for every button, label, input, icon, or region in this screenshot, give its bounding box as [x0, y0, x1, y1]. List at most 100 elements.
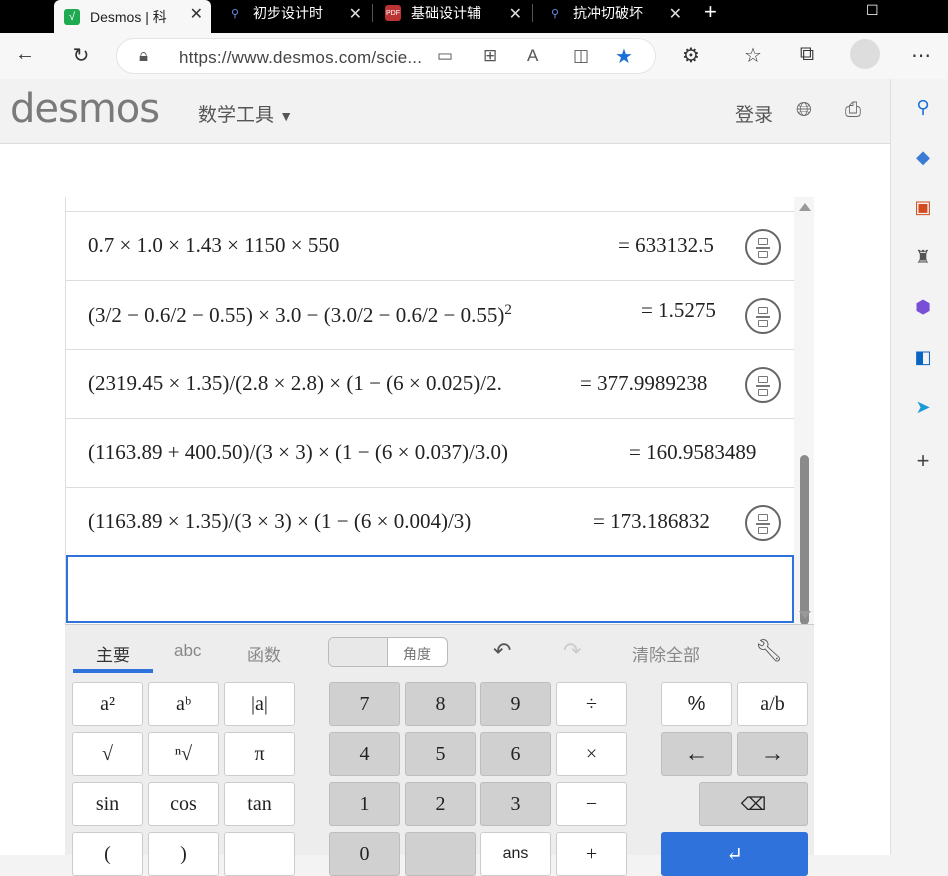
key-abs[interactable]: |a| — [224, 682, 295, 726]
key-divide[interactable]: ÷ — [556, 682, 627, 726]
address-bar[interactable]: 🔒︎ https://www.desmos.com/scie... ▭ ⊞ A … — [116, 38, 656, 74]
scroll-thumb[interactable] — [800, 455, 809, 625]
tab-desmos[interactable]: √ Desmos | 科 ✕ — [54, 0, 211, 33]
extensions-icon[interactable]: ⚙ — [678, 43, 704, 68]
refresh-icon[interactable]: ↻ — [68, 43, 94, 68]
key-8[interactable]: 8 — [405, 682, 476, 726]
maximize-icon[interactable]: ☐ — [866, 2, 879, 19]
print-icon[interactable]: ⎙ — [845, 99, 861, 122]
key-4[interactable]: 4 — [329, 732, 400, 776]
calculator-main: 0.7 × 1.0 × 1.43 × 1150 × 550 = 633132.5… — [0, 144, 890, 876]
expression-row[interactable]: (2319.45 × 1.35)/(2.8 × 2.8) × (1 − (6 ×… — [66, 350, 795, 419]
key-ans[interactable]: ans — [480, 832, 551, 876]
tag-icon[interactable]: ◆ — [911, 145, 935, 169]
keypad-tab-functions[interactable]: 函数 — [247, 641, 281, 666]
radian-side[interactable] — [329, 638, 388, 666]
games-icon[interactable]: ♜ — [911, 245, 935, 269]
tab-punching[interactable]: ⚲ 抗冲切破坏 ✕ — [533, 0, 690, 26]
key-enter[interactable]: ↵ — [661, 832, 808, 876]
tab-close-icon[interactable]: ✕ — [190, 4, 203, 24]
tab-close-icon[interactable]: ✕ — [669, 4, 682, 24]
globe-icon[interactable]: 🌐︎ — [796, 99, 812, 122]
toolbox-icon[interactable]: ▣ — [911, 195, 935, 219]
expression-row[interactable]: (3/2 − 0.6/2 − 0.55) × 3.0 − (3.0/2 − 0.… — [66, 281, 795, 350]
tab-close-icon[interactable]: ✕ — [349, 4, 362, 24]
tab-close-icon[interactable]: ✕ — [509, 4, 522, 24]
key-multiply[interactable]: × — [556, 732, 627, 776]
redo-icon[interactable]: ↷ — [563, 638, 581, 664]
angle-mode-toggle[interactable]: 角度 — [328, 637, 448, 667]
key-9[interactable]: 9 — [480, 682, 551, 726]
tab-design-1[interactable]: ⚲ 初步设计时 ✕ — [213, 0, 370, 26]
profile-avatar[interactable] — [850, 39, 880, 69]
expression-row[interactable]: (1163.89 + 400.50)/(3 × 3) × (1 − (6 × 0… — [66, 419, 795, 488]
add-sidebar-icon[interactable]: + — [911, 449, 935, 473]
back-arrow-icon[interactable]: ← — [12, 43, 38, 66]
key-paren-left[interactable]: ( — [72, 832, 143, 876]
login-link[interactable]: 登录 — [735, 100, 773, 127]
key-percent[interactable]: % — [661, 682, 732, 726]
wrench-icon[interactable]: 🔧︎ — [755, 638, 783, 664]
key-plus[interactable]: + — [556, 832, 627, 876]
favorite-star-icon[interactable]: ★ — [615, 44, 633, 69]
send-icon[interactable]: ➤ — [911, 395, 935, 419]
expression-scrollbar[interactable] — [794, 197, 814, 625]
outlook-icon[interactable]: ◧ — [911, 345, 935, 369]
expression-row[interactable]: 0.7 × 1.0 × 1.43 × 1150 × 550 = 633132.5 — [66, 212, 795, 281]
key-right-arrow[interactable]: → — [737, 732, 808, 776]
lock-icon[interactable]: 🔒︎ — [139, 46, 148, 66]
key-cos[interactable]: cos — [148, 782, 219, 826]
more-menu-icon[interactable]: ⋯ — [908, 43, 934, 68]
fraction-toggle-icon[interactable] — [745, 229, 781, 265]
key-3[interactable]: 3 — [480, 782, 551, 826]
keypad-tab-main[interactable]: 主要 — [96, 641, 130, 666]
key-minus[interactable]: − — [556, 782, 627, 826]
key-tan[interactable]: tan — [224, 782, 295, 826]
key-6[interactable]: 6 — [480, 732, 551, 776]
key-decimal[interactable] — [405, 832, 476, 876]
scroll-up-icon[interactable] — [799, 203, 811, 211]
expression-formula[interactable]: (1163.89 + 400.50)/(3 × 3) × (1 − (6 × 0… — [88, 440, 508, 465]
read-aloud-icon[interactable]: A — [527, 46, 538, 66]
expression-formula[interactable]: (1163.89 × 1.35)/(3 × 3) × (1 − (6 × 0.0… — [88, 509, 471, 534]
key-0[interactable]: 0 — [329, 832, 400, 876]
favorites-icon[interactable]: ☆ — [740, 43, 766, 68]
expression-formula[interactable]: (2319.45 × 1.35)/(2.8 × 2.8) × (1 − (6 ×… — [88, 371, 550, 396]
fraction-toggle-icon[interactable] — [745, 367, 781, 403]
keypad-tab-abc[interactable]: abc — [174, 641, 201, 661]
key-left-arrow[interactable]: ← — [661, 732, 732, 776]
collections-icon[interactable]: ⧉ — [794, 43, 820, 66]
key-7[interactable]: 7 — [329, 682, 400, 726]
apps-icon[interactable]: ⊞ — [483, 46, 497, 66]
key-blank[interactable] — [224, 832, 295, 876]
tab-design-2[interactable]: PDF 基础设计辅 ✕ — [373, 0, 530, 26]
fraction-toggle-icon[interactable] — [745, 298, 781, 334]
key-sqrt[interactable]: √ — [72, 732, 143, 776]
key-sin[interactable]: sin — [72, 782, 143, 826]
expression-formula[interactable]: (3/2 − 0.6/2 − 0.55) × 3.0 − (3.0/2 − 0.… — [88, 302, 512, 328]
key-a-squared[interactable]: a² — [72, 682, 143, 726]
key-5[interactable]: 5 — [405, 732, 476, 776]
device-icon[interactable]: ▭ — [437, 46, 453, 66]
key-paren-right[interactable]: ) — [148, 832, 219, 876]
key-1[interactable]: 1 — [329, 782, 400, 826]
new-expression-input[interactable] — [66, 555, 794, 623]
math-tools-menu[interactable]: 数学工具 ▼ — [198, 100, 293, 127]
key-backspace[interactable]: ⌫ — [699, 782, 808, 826]
split-screen-icon[interactable]: ◫ — [573, 46, 589, 66]
key-fraction[interactable]: a/b — [737, 682, 808, 726]
search-icon[interactable]: ⚲ — [911, 95, 935, 119]
desmos-logo[interactable]: desmos — [10, 86, 160, 132]
scroll-down-icon[interactable] — [799, 611, 811, 619]
expression-formula[interactable]: 0.7 × 1.0 × 1.43 × 1150 × 550 — [88, 233, 339, 258]
fraction-toggle-icon[interactable] — [745, 505, 781, 541]
copilot-icon[interactable]: ⬢ — [911, 295, 935, 319]
key-pi[interactable]: π — [224, 732, 295, 776]
expression-row[interactable]: (1163.89 × 1.35)/(3 × 3) × (1 − (6 × 0.0… — [66, 488, 795, 557]
new-tab-button[interactable]: + — [704, 0, 717, 25]
key-nth-root[interactable]: ⁿ√ — [148, 732, 219, 776]
undo-icon[interactable]: ↶ — [493, 638, 511, 664]
clear-all-button[interactable]: 清除全部 — [632, 641, 700, 666]
key-a-power-b[interactable]: aᵇ — [148, 682, 219, 726]
key-2[interactable]: 2 — [405, 782, 476, 826]
